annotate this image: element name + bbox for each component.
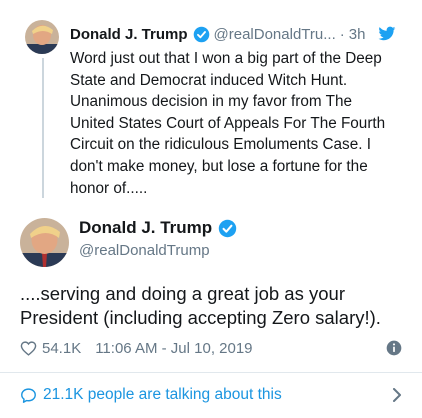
main-avatar[interactable] bbox=[20, 218, 69, 267]
parent-handle[interactable]: @realDonaldTru... bbox=[214, 26, 336, 43]
tweet-meta-row: 54.1K 11:06 AM - Jul 10, 2019 bbox=[20, 338, 402, 358]
chevron-right-icon bbox=[393, 388, 401, 402]
verified-badge-icon bbox=[218, 219, 237, 237]
main-author-name[interactable]: Donald J. Trump bbox=[79, 218, 212, 238]
like-count[interactable]: 54.1K bbox=[42, 340, 81, 357]
footer-divider bbox=[0, 372, 422, 373]
conversation-link[interactable]: 21.1K people are talking about this bbox=[20, 384, 402, 406]
thread-connector-line bbox=[42, 58, 44, 198]
separator-dot: · bbox=[339, 25, 345, 43]
twitter-bird-icon[interactable] bbox=[378, 26, 396, 42]
verified-badge-icon bbox=[193, 26, 209, 42]
main-handle[interactable]: @realDonaldTrump bbox=[79, 242, 210, 259]
talking-count-label: 21.1K people are talking about this bbox=[43, 386, 282, 403]
heart-icon[interactable] bbox=[20, 340, 37, 357]
parent-time[interactable]: 3h bbox=[349, 26, 366, 43]
parent-avatar[interactable] bbox=[25, 20, 59, 54]
embedded-tweet-card: Donald J. Trump @realDonaldTru... · 3h W… bbox=[0, 0, 422, 418]
parent-tweet-header: Donald J. Trump @realDonaldTru... · 3h bbox=[70, 24, 410, 44]
tweet-timestamp[interactable]: 11:06 AM - Jul 10, 2019 bbox=[95, 340, 252, 357]
parent-author-name[interactable]: Donald J. Trump bbox=[70, 26, 188, 43]
info-icon[interactable] bbox=[386, 340, 402, 356]
parent-tweet-text: Word just out that I won a big part of t… bbox=[70, 50, 386, 197]
comment-bubble-icon bbox=[21, 387, 36, 403]
main-tweet-text: ....serving and doing a great job as you… bbox=[20, 283, 381, 328]
main-author-row: Donald J. Trump bbox=[79, 218, 241, 238]
